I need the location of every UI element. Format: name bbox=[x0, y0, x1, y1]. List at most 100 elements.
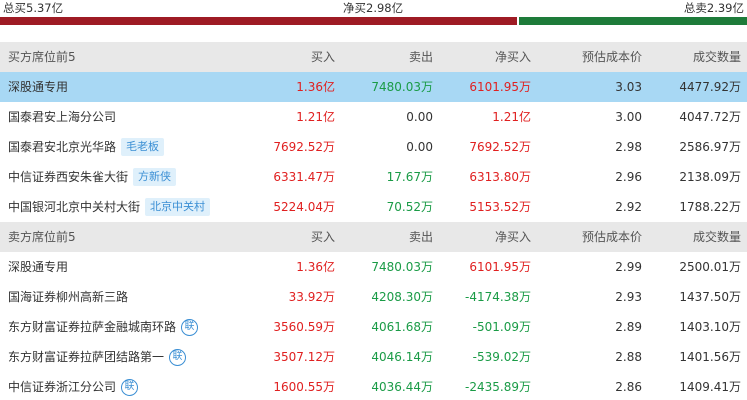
cell-cost: 3.03 bbox=[615, 80, 642, 94]
seat-name: 深股通专用 bbox=[8, 252, 68, 282]
cell-cost: 2.93 bbox=[615, 290, 642, 304]
cell-net: 6101.95万 bbox=[469, 80, 531, 94]
linked-seat-badge-icon[interactable]: 联 bbox=[181, 318, 199, 336]
cell-buy: 3560.59万 bbox=[273, 320, 335, 334]
cell-buy: 1.36亿 bbox=[296, 80, 335, 94]
cell-sell: 4036.44万 bbox=[371, 380, 433, 394]
table-row[interactable]: 国泰君安北京光华路 毛老板 7692.52万 0.00 7692.52万 2.98 2586… bbox=[0, 132, 747, 162]
seat-name: 中国银河北京中关村大街 北京中关村 bbox=[8, 192, 211, 222]
seat-name-text: 深股通专用 bbox=[8, 260, 69, 274]
buy-ratio-segment bbox=[0, 17, 517, 25]
cell-sell: 7480.03万 bbox=[371, 260, 433, 274]
cell-cost: 2.98 bbox=[615, 140, 642, 154]
seat-name: 国泰君安北京光华路 毛老板 bbox=[8, 132, 165, 162]
cell-sell: 4046.14万 bbox=[371, 350, 433, 364]
total-buy-label: 总买5.37亿 bbox=[3, 1, 64, 15]
buy-header-vol: 成交数量 bbox=[692, 50, 741, 64]
buy-header-cost: 预估成本价 bbox=[581, 50, 642, 64]
cell-buy: 1600.55万 bbox=[273, 380, 335, 394]
cell-buy: 6331.47万 bbox=[273, 170, 335, 184]
seat-name: 深股通专用 bbox=[8, 72, 68, 102]
table-row[interactable]: 东方财富证券拉萨金融城南环路联 3560.59万 4061.68万 -501.09万 2… bbox=[0, 312, 747, 342]
buy-header-sell: 卖出 bbox=[408, 50, 433, 64]
sell-header-sell: 卖出 bbox=[408, 230, 433, 244]
buy-header-buy: 买入 bbox=[310, 50, 335, 64]
seat-name-text: 国泰君安上海分公司 bbox=[8, 110, 117, 124]
table-row[interactable]: 中信证券西安朱雀大街 方新侠 6331.47万 17.67万 6313.80万 2.96 2… bbox=[0, 162, 747, 192]
cell-vol: 4477.92万 bbox=[679, 80, 741, 94]
buy-header-net: 净买入 bbox=[494, 50, 531, 64]
table-row[interactable]: 中国银河北京中关村大街 北京中关村 5224.04万 70.52万 5153.52万 2.… bbox=[0, 192, 747, 222]
seat-name: 东方财富证券拉萨团结路第一联 bbox=[8, 342, 187, 372]
seat-name-text: 中信证券西安朱雀大街 bbox=[8, 170, 129, 184]
cell-sell: 0.00 bbox=[406, 140, 433, 154]
sell-header-buy: 买入 bbox=[310, 230, 335, 244]
cell-vol: 1788.22万 bbox=[679, 200, 741, 214]
linked-seat-badge-icon[interactable]: 联 bbox=[121, 378, 139, 396]
cell-buy: 3507.12万 bbox=[273, 350, 335, 364]
seat-name-text: 国泰君安北京光华路 bbox=[8, 140, 117, 154]
seat-name: 中信证券西安朱雀大街 方新侠 bbox=[8, 162, 177, 192]
cell-net: 1.21亿 bbox=[492, 110, 531, 124]
cell-vol: 1403.10万 bbox=[679, 320, 741, 334]
sell-header-name: 卖方席位前5 bbox=[8, 230, 76, 244]
cell-buy: 1.21亿 bbox=[296, 110, 335, 124]
seat-name-text: 东方财富证券拉萨团结路第一 bbox=[8, 350, 165, 364]
cell-cost: 3.00 bbox=[615, 110, 642, 124]
cell-sell: 0.00 bbox=[406, 110, 433, 124]
table-row[interactable]: 深股通专用 1.36亿 7480.03万 6101.95万 2.99 2500.01万 bbox=[0, 252, 747, 282]
cell-sell: 70.52万 bbox=[386, 200, 433, 214]
cell-net: -539.02万 bbox=[472, 350, 531, 364]
sell-header: 卖方席位前5 买入 卖出 净买入 预估成本价 成交数量 bbox=[0, 222, 747, 252]
cell-buy: 1.36亿 bbox=[296, 260, 335, 274]
total-sell-label: 总卖2.39亿 bbox=[683, 1, 744, 15]
trader-tag[interactable]: 北京中关村 bbox=[145, 198, 211, 216]
trader-tag[interactable]: 方新侠 bbox=[133, 168, 177, 186]
table-row[interactable]: 中信证券浙江分公司联 1600.55万 4036.44万 -2435.89万 2.86 1… bbox=[0, 372, 747, 400]
buy-header: 买方席位前5 买入 卖出 净买入 预估成本价 成交数量 bbox=[0, 42, 747, 72]
seat-name: 国海证券柳州高新三路 bbox=[8, 282, 128, 312]
trader-tag[interactable]: 毛老板 bbox=[121, 138, 165, 156]
cell-vol: 1409.41万 bbox=[679, 380, 741, 394]
cell-vol: 1437.50万 bbox=[679, 290, 741, 304]
table-row[interactable]: 东方财富证券拉萨团结路第一联 3507.12万 4046.14万 -539.02万 2.… bbox=[0, 342, 747, 372]
cell-vol: 1401.56万 bbox=[679, 350, 741, 364]
cell-vol: 2586.97万 bbox=[679, 140, 741, 154]
cell-cost: 2.96 bbox=[615, 170, 642, 184]
net-buy-label: 净买2.98亿 bbox=[343, 1, 404, 15]
seat-name: 中信证券浙江分公司联 bbox=[8, 372, 139, 400]
cell-vol: 4047.72万 bbox=[679, 110, 741, 124]
summary-labels: 总买5.37亿 净买2.98亿 总卖2.39亿 bbox=[0, 0, 747, 16]
sell-header-net: 净买入 bbox=[494, 230, 531, 244]
cell-cost: 2.89 bbox=[615, 320, 642, 334]
cell-cost: 2.92 bbox=[615, 200, 642, 214]
cell-buy: 33.92万 bbox=[288, 290, 335, 304]
sell-header-cost: 预估成本价 bbox=[581, 230, 642, 244]
cell-vol: 2500.01万 bbox=[679, 260, 741, 274]
cell-sell: 17.67万 bbox=[386, 170, 433, 184]
cell-buy: 5224.04万 bbox=[273, 200, 335, 214]
cell-sell: 7480.03万 bbox=[371, 80, 433, 94]
cell-net: -4174.38万 bbox=[465, 290, 531, 304]
cell-sell: 4061.68万 bbox=[371, 320, 433, 334]
seat-name-text: 国海证券柳州高新三路 bbox=[8, 290, 129, 304]
seat-name-text: 中国银河北京中关村大街 bbox=[8, 200, 141, 214]
table-row[interactable]: 国泰君安上海分公司 1.21亿 0.00 1.21亿 3.00 4047.72万 bbox=[0, 102, 747, 132]
cell-net: 6313.80万 bbox=[469, 170, 531, 184]
cell-net: 6101.95万 bbox=[469, 260, 531, 274]
seat-table: 买方席位前5 买入 卖出 净买入 预估成本价 成交数量 深股通专用 1.36亿 7480.03万… bbox=[0, 42, 747, 400]
seat-name: 东方财富证券拉萨金融城南环路联 bbox=[8, 312, 199, 342]
buy-sell-ratio-bar bbox=[0, 17, 747, 25]
seat-name: 国泰君安上海分公司 bbox=[8, 102, 116, 132]
seat-name-text: 中信证券浙江分公司 bbox=[8, 380, 117, 394]
cell-net: -501.09万 bbox=[472, 320, 531, 334]
cell-net: 5153.52万 bbox=[469, 200, 531, 214]
buy-header-name: 买方席位前5 bbox=[8, 50, 76, 64]
cell-cost: 2.86 bbox=[615, 380, 642, 394]
table-row[interactable]: 深股通专用 1.36亿 7480.03万 6101.95万 3.03 4477.92万 bbox=[0, 72, 747, 102]
cell-cost: 2.99 bbox=[615, 260, 642, 274]
seat-name-text: 深股通专用 bbox=[8, 80, 69, 94]
sell-header-vol: 成交数量 bbox=[692, 230, 741, 244]
table-row[interactable]: 国海证券柳州高新三路 33.92万 4208.30万 -4174.38万 2.93 143… bbox=[0, 282, 747, 312]
linked-seat-badge-icon[interactable]: 联 bbox=[169, 348, 187, 366]
